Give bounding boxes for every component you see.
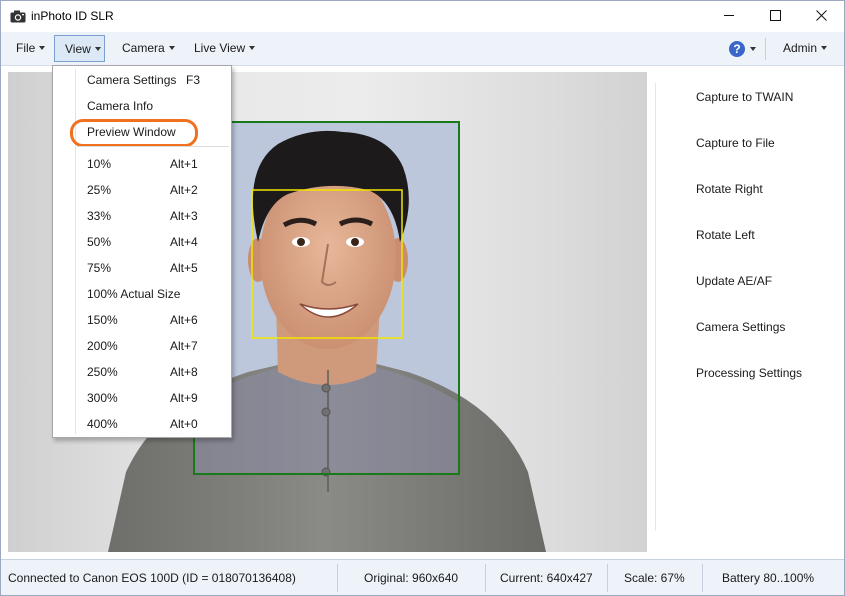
menu-item-label: Camera Settings: [87, 73, 177, 87]
menu-view[interactable]: View: [54, 35, 105, 62]
help-icon: ?: [729, 41, 745, 57]
maximize-icon: [769, 9, 781, 24]
status-divider: [607, 564, 608, 592]
menu-item-label: 400%: [87, 417, 118, 431]
menu-camera[interactable]: Camera: [122, 35, 175, 62]
chevron-down-icon: [821, 45, 828, 50]
minimize-button[interactable]: [706, 1, 752, 32]
menu-item-zoom-10[interactable]: 10% Alt+1: [53, 153, 231, 175]
highlight-ring: [70, 119, 198, 147]
status-scale: Scale: 67%: [624, 571, 685, 585]
view-dropdown-menu: Camera Settings F3 Camera Info Preview W…: [52, 65, 232, 438]
close-button[interactable]: [798, 1, 844, 32]
camera-icon: [10, 10, 26, 23]
rotate-right-button[interactable]: Rotate Right: [696, 182, 763, 196]
menu-item-label: 100% Actual Size: [87, 287, 181, 301]
status-original-size: Original: 960x640: [364, 571, 459, 585]
title-bar: inPhoto ID SLR: [1, 1, 844, 32]
menu-live-view[interactable]: Live View: [194, 35, 256, 62]
menu-separator: [77, 146, 229, 147]
menu-item-zoom-250[interactable]: 250% Alt+8: [53, 361, 231, 383]
camera-settings-button[interactable]: Camera Settings: [696, 320, 785, 334]
status-divider: [485, 564, 486, 592]
menu-admin[interactable]: Admin: [783, 35, 828, 62]
menu-item-shortcut: Alt+4: [170, 235, 198, 249]
menu-item-zoom-300[interactable]: 300% Alt+9: [53, 387, 231, 409]
status-current-size: Current: 640x427: [500, 571, 593, 585]
status-battery: Battery 80..100%: [722, 571, 815, 585]
menu-admin-label: Admin: [783, 41, 818, 55]
rotate-left-button[interactable]: Rotate Left: [696, 228, 755, 242]
menu-item-shortcut: Alt+2: [170, 183, 198, 197]
menu-item-label: 33%: [87, 209, 112, 223]
minimize-icon: [723, 10, 735, 24]
chevron-down-icon: [94, 46, 101, 51]
menu-live-view-label: Live View: [194, 41, 246, 55]
menu-item-zoom-400[interactable]: 400% Alt+0: [53, 413, 231, 435]
menu-item-zoom-200[interactable]: 200% Alt+7: [53, 335, 231, 357]
menu-divider: [765, 38, 766, 60]
menu-item-label: 200%: [87, 339, 118, 353]
menu-bar: File View Camera Live View ? Admin: [1, 32, 844, 66]
status-divider: [702, 564, 703, 592]
menu-item-label: 50%: [87, 235, 112, 249]
menu-item-shortcut: F3: [186, 73, 201, 87]
app-window: inPhoto ID SLR File View Camera Live Vie…: [0, 0, 845, 596]
menu-item-label: 10%: [87, 157, 112, 171]
menu-item-shortcut: Alt+5: [170, 261, 198, 275]
menu-item-shortcut: Alt+6: [170, 313, 198, 327]
chevron-down-icon: [249, 45, 256, 50]
maximize-button[interactable]: [752, 1, 798, 32]
menu-item-shortcut: Alt+0: [170, 417, 198, 431]
menu-item-camera-settings[interactable]: Camera Settings F3: [53, 69, 231, 91]
menu-item-shortcut: Alt+7: [170, 339, 198, 353]
capture-to-file-button[interactable]: Capture to File: [696, 136, 775, 150]
menu-item-shortcut: Alt+9: [170, 391, 198, 405]
menu-item-zoom-75[interactable]: 75% Alt+5: [53, 257, 231, 279]
menu-item-zoom-150[interactable]: 150% Alt+6: [53, 309, 231, 331]
chevron-down-icon: [750, 47, 756, 51]
window-title: inPhoto ID SLR: [31, 9, 114, 23]
menu-item-label: 75%: [87, 261, 112, 275]
status-bar: Connected to Canon EOS 100D (ID = 018070…: [1, 559, 844, 595]
capture-to-twain-button[interactable]: Capture to TWAIN: [696, 90, 793, 104]
menu-item-label: 25%: [87, 183, 112, 197]
menu-item-label: 300%: [87, 391, 118, 405]
menu-item-zoom-25[interactable]: 25% Alt+2: [53, 179, 231, 201]
menu-item-camera-info[interactable]: Camera Info: [53, 95, 231, 117]
menu-item-label: 150%: [87, 313, 118, 327]
menu-item-label: Camera Info: [87, 99, 154, 113]
menu-file-label: File: [16, 41, 36, 55]
help-button[interactable]: ?: [729, 40, 756, 58]
chevron-down-icon: [168, 45, 175, 50]
menu-item-shortcut: Alt+1: [170, 157, 198, 171]
menu-item-zoom-33[interactable]: 33% Alt+3: [53, 205, 231, 227]
side-panel-divider: [655, 83, 656, 531]
menu-file[interactable]: File: [16, 35, 46, 62]
chevron-down-icon: [39, 45, 46, 50]
menu-item-label: 250%: [87, 365, 118, 379]
processing-settings-button[interactable]: Processing Settings: [696, 366, 802, 380]
update-ae-af-button[interactable]: Update AE/AF: [696, 274, 772, 288]
menu-item-zoom-50[interactable]: 50% Alt+4: [53, 231, 231, 253]
menu-camera-label: Camera: [122, 41, 165, 55]
status-divider: [337, 564, 338, 592]
menu-item-shortcut: Alt+3: [170, 209, 198, 223]
status-connection: Connected to Canon EOS 100D (ID = 018070…: [8, 571, 296, 585]
close-icon: [815, 9, 827, 24]
menu-item-shortcut: Alt+8: [170, 365, 198, 379]
menu-view-label: View: [65, 42, 91, 56]
menu-item-zoom-100[interactable]: 100% Actual Size: [53, 283, 231, 305]
